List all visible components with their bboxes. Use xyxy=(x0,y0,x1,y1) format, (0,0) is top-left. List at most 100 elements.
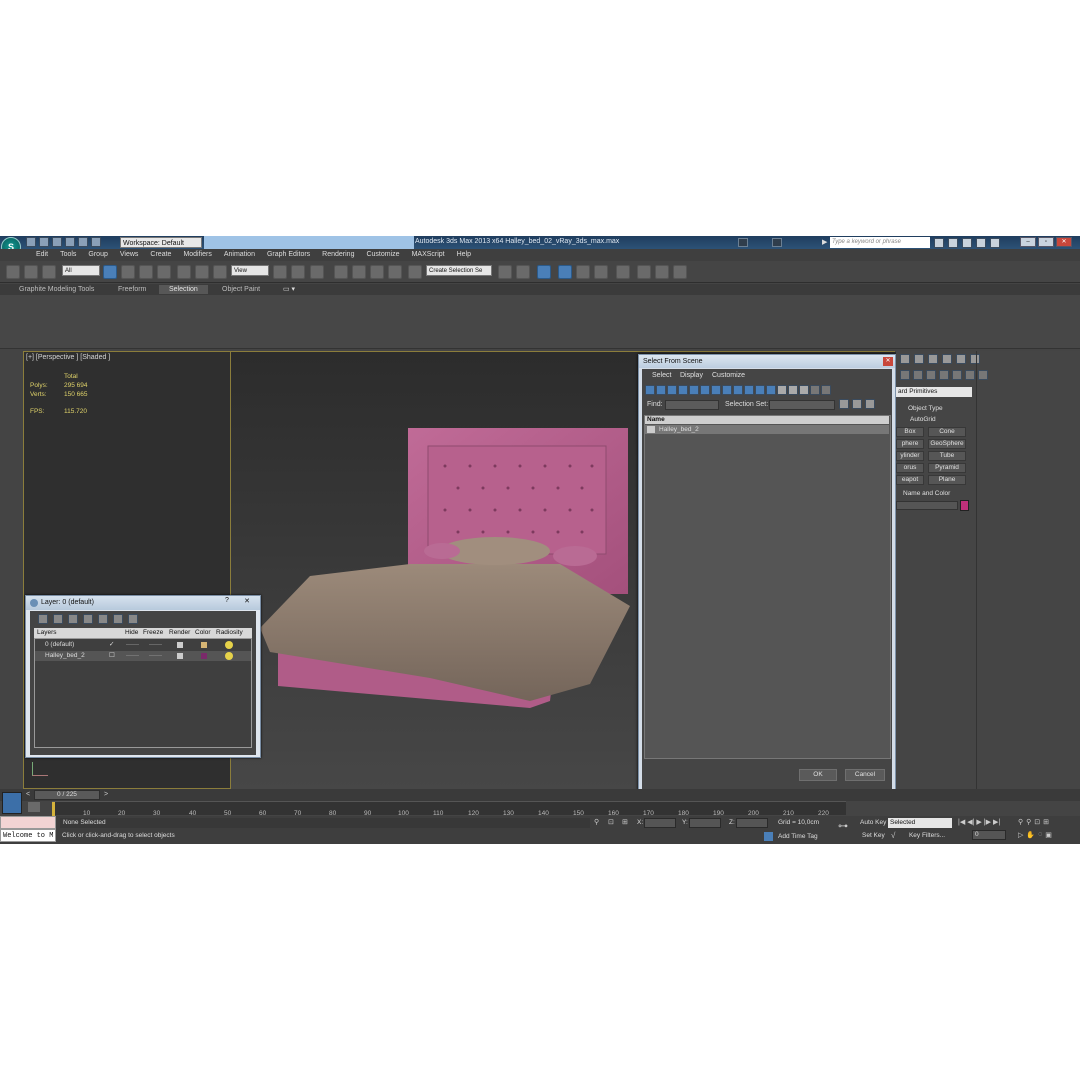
curve-icon[interactable]: √ xyxy=(891,831,895,840)
display-containers-icon[interactable] xyxy=(744,385,754,395)
layer-color-swatch[interactable] xyxy=(201,653,207,659)
select-none-icon[interactable] xyxy=(852,399,862,409)
systems-icon[interactable] xyxy=(978,370,988,380)
graphite-ribbon-icon[interactable] xyxy=(558,265,572,279)
window-crossing-icon[interactable] xyxy=(157,265,171,279)
box-button[interactable]: Box xyxy=(896,427,924,437)
menu-customize[interactable]: Customize xyxy=(360,250,405,260)
tab-graphite-modeling-tools[interactable]: Graphite Modeling Tools xyxy=(19,285,94,294)
previous-frame-icon[interactable]: ◀| xyxy=(967,818,974,826)
teapot-icon[interactable] xyxy=(177,642,183,648)
object-color-swatch[interactable] xyxy=(960,500,969,511)
snaps-toggle-icon[interactable] xyxy=(334,265,348,279)
mirror-icon[interactable] xyxy=(498,265,512,279)
menu-edit[interactable]: Edit xyxy=(30,250,54,260)
key-icon[interactable]: ⊶ xyxy=(838,821,848,832)
display-space-warps-icon[interactable] xyxy=(700,385,710,395)
radiosity-icon[interactable] xyxy=(225,652,233,660)
auto-key-button[interactable]: Auto Key xyxy=(860,819,886,826)
add-to-layer-icon[interactable] xyxy=(68,614,78,624)
close-icon[interactable]: ✕ xyxy=(1056,237,1072,247)
display-hidden-icon[interactable] xyxy=(766,385,776,395)
menu-select[interactable]: Select xyxy=(652,372,671,379)
render-toggle[interactable]: —— xyxy=(149,651,162,661)
new-file-icon[interactable] xyxy=(26,237,36,247)
timeline-toggle-icon[interactable] xyxy=(28,802,40,812)
viewport-label[interactable]: [+] [Perspective ] [Shaded ] xyxy=(26,354,110,361)
cone-button[interactable]: Cone xyxy=(928,427,966,437)
selection-filter-dropdown[interactable]: All xyxy=(62,265,100,276)
undo-icon[interactable] xyxy=(65,237,75,247)
motion-tab-icon[interactable] xyxy=(942,354,952,364)
reference-coordinate-dropdown[interactable]: View xyxy=(231,265,269,276)
tab-freeform[interactable]: Freeform xyxy=(118,285,146,294)
select-by-name-icon[interactable] xyxy=(121,265,135,279)
align-icon[interactable] xyxy=(516,265,530,279)
star-icon[interactable] xyxy=(976,238,986,248)
ok-button[interactable]: OK xyxy=(799,769,837,781)
sphere-button[interactable]: phere xyxy=(896,439,924,449)
ribbon-options-icon[interactable]: ▭ ▾ xyxy=(283,285,295,294)
plane-button[interactable]: Plane xyxy=(928,475,966,485)
menu-create[interactable]: Create xyxy=(144,250,177,260)
lights-icon[interactable] xyxy=(926,370,936,380)
hide-toggle[interactable]: ☐ xyxy=(109,651,115,661)
column-hide[interactable]: Hide xyxy=(125,628,138,638)
layer-row[interactable]: Halley_bed_2 ☐ —— —— xyxy=(35,651,251,661)
set-key-button[interactable]: Set Key xyxy=(862,832,885,839)
geosphere-button[interactable]: GeoSphere xyxy=(928,439,966,449)
save-file-icon[interactable] xyxy=(52,237,62,247)
next-frame-icon[interactable]: |▶ xyxy=(984,818,991,826)
menu-customize[interactable]: Customize xyxy=(712,372,745,379)
isolate-selection-icon[interactable]: ⊡ xyxy=(608,818,614,826)
autogrid-checkbox[interactable]: AutoGrid xyxy=(910,416,936,423)
filter-icon[interactable] xyxy=(810,385,820,395)
redo-icon[interactable] xyxy=(78,237,88,247)
invert-display-icon[interactable] xyxy=(799,385,809,395)
maxscript-listener[interactable]: Welcome to M xyxy=(0,829,56,842)
orbit-icon[interactable]: ◌ xyxy=(1038,831,1042,839)
search-icon[interactable] xyxy=(934,238,944,248)
modify-tab-icon[interactable] xyxy=(914,354,924,364)
x-coordinate-input[interactable] xyxy=(644,818,676,828)
display-none-icon[interactable] xyxy=(788,385,798,395)
freeze-toggle[interactable]: —— xyxy=(126,640,139,650)
named-selection-dropdown[interactable]: Create Selection Se xyxy=(426,265,492,276)
exchange-icon[interactable] xyxy=(962,238,972,248)
helpers-icon[interactable] xyxy=(952,370,962,380)
bind-space-warp-icon[interactable] xyxy=(42,265,56,279)
menu-graph-editors[interactable]: Graph Editors xyxy=(261,250,316,260)
angle-snap-icon[interactable] xyxy=(352,265,366,279)
display-shapes-icon[interactable] xyxy=(656,385,666,395)
display-frozen-icon[interactable] xyxy=(755,385,765,395)
time-slider-thumb[interactable]: 0 / 225 xyxy=(34,790,100,800)
keyboard-shortcut-icon[interactable] xyxy=(310,265,324,279)
go-to-end-icon[interactable]: ▶| xyxy=(993,818,1000,826)
shapes-icon[interactable] xyxy=(913,370,923,380)
layer-color-swatch[interactable] xyxy=(201,642,207,648)
menu-display[interactable]: Display xyxy=(680,372,703,379)
display-tab-icon[interactable] xyxy=(956,354,966,364)
render-production-icon[interactable] xyxy=(673,265,687,279)
rectangle-selection-icon[interactable] xyxy=(139,265,153,279)
spinner-snap-icon[interactable] xyxy=(388,265,402,279)
key-mode-dropdown[interactable]: Selected xyxy=(888,818,952,828)
close-button[interactable]: ✕ xyxy=(238,597,256,608)
teapot-icon[interactable] xyxy=(177,653,183,659)
percent-snap-icon[interactable] xyxy=(370,265,384,279)
key-filters-button[interactable]: Key Filters... xyxy=(902,831,952,841)
hierarchy-tab-icon[interactable] xyxy=(928,354,938,364)
rotate-icon[interactable] xyxy=(195,265,209,279)
column-freeze[interactable]: Freeze xyxy=(143,628,163,638)
column-name[interactable]: Name xyxy=(645,416,889,424)
move-icon[interactable] xyxy=(177,265,191,279)
cameras-icon[interactable] xyxy=(939,370,949,380)
hide-toggle[interactable]: ✓ xyxy=(109,640,114,650)
teapot-button[interactable]: eapot xyxy=(896,475,924,485)
menu-animation[interactable]: Animation xyxy=(218,250,261,260)
sort-icon[interactable] xyxy=(821,385,831,395)
select-in-layer-icon[interactable] xyxy=(83,614,93,624)
display-bones-icon[interactable] xyxy=(733,385,743,395)
select-invert-icon[interactable] xyxy=(865,399,875,409)
key-icon[interactable] xyxy=(948,238,958,248)
